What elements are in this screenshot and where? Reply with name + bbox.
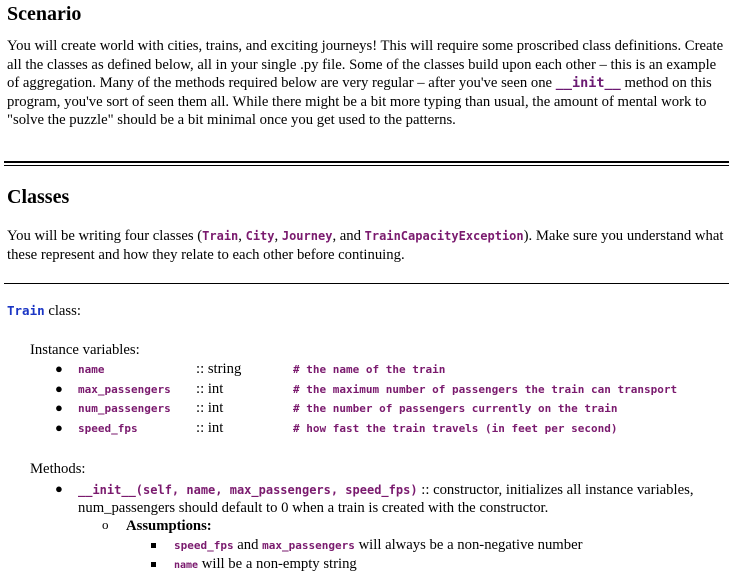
ivar-name: name — [78, 363, 105, 376]
ivar-comment: # the maximum number of passengers the t… — [293, 383, 678, 396]
instance-variable-row: ● max_passengers :: int # the maximum nu… — [0, 381, 734, 400]
instance-variable-row: ● speed_fps :: int # how fast the train … — [0, 420, 734, 439]
bullet-icon: ● — [55, 481, 63, 496]
ivar-name: speed_fps — [78, 422, 138, 435]
methods-label: Methods: — [30, 461, 86, 477]
assumption-text: and — [233, 537, 263, 553]
bullet-icon: ● — [55, 381, 63, 396]
assumption-item: speed_fps and max_passengers will always… — [174, 537, 582, 554]
train-class-name-code: Train — [7, 303, 45, 318]
assumption-code: speed_fps — [174, 539, 234, 552]
ivar-comment: # the number of passengers currently on … — [293, 402, 618, 415]
assumption-item: name will be a non-empty string — [174, 556, 357, 573]
ivar-type: :: int — [196, 400, 224, 416]
instance-variable-row: ● num_passengers :: int # the number of … — [0, 400, 734, 419]
instance-variable-row: ● name :: string # the name of the train — [0, 361, 734, 380]
hollow-bullet-icon: o — [102, 517, 109, 532]
class-name-traincapacityexception: TrainCapacityException — [364, 229, 524, 243]
assumption-text: will always be a non-negative number — [354, 537, 583, 553]
ivar-type: :: int — [196, 420, 224, 436]
classes-intro-sep2: , — [274, 228, 282, 244]
instance-variables-label: Instance variables: — [30, 342, 140, 358]
method-signature: __init__(self, name, max_passengers, spe… — [78, 483, 418, 497]
class-name-journey: Journey — [281, 229, 333, 243]
assumption-text: will be a non-empty string — [198, 556, 357, 572]
init-method-code: __init__ — [555, 75, 621, 92]
train-class-label: class: — [44, 303, 81, 319]
method-description: :: constructor, initializes all instance… — [417, 482, 694, 498]
method-init-line1: __init__(self, name, max_passengers, spe… — [78, 482, 694, 499]
method-init-line2: num_passengers should default to 0 when … — [78, 500, 549, 516]
classes-intro-sep3: , and — [332, 228, 365, 244]
ivar-type: :: string — [196, 361, 242, 377]
assumptions-label: Assumptions: — [126, 518, 212, 534]
class-name-train: Train — [202, 229, 239, 243]
class-name-city: City — [245, 229, 275, 243]
square-bullet-icon — [151, 543, 156, 548]
assumption-code: max_passengers — [262, 539, 355, 552]
classes-heading: Classes — [7, 186, 70, 208]
ivar-name: num_passengers — [78, 402, 171, 415]
train-class-title: Train class: — [7, 303, 81, 320]
ivar-comment: # how fast the train travels (in feet pe… — [293, 422, 618, 435]
bullet-icon: ● — [55, 400, 63, 415]
bullet-icon: ● — [55, 361, 63, 376]
ivar-comment: # the name of the train — [293, 363, 446, 376]
scenario-heading: Scenario — [7, 3, 82, 25]
ivar-name: max_passengers — [78, 383, 171, 396]
section-divider-double — [4, 161, 729, 166]
bullet-icon: ● — [55, 420, 63, 435]
classes-intro-paragraph: You will be writing four classes (Train,… — [7, 227, 729, 264]
assumption-code: name — [174, 560, 199, 571]
ivar-type: :: int — [196, 381, 224, 397]
classes-intro-prefix: You will be writing four classes ( — [7, 228, 203, 244]
classes-intro-sep1: , — [238, 228, 246, 244]
scenario-paragraph: You will create world with cities, train… — [7, 37, 729, 130]
square-bullet-icon — [151, 562, 156, 567]
section-divider-single — [4, 283, 729, 284]
